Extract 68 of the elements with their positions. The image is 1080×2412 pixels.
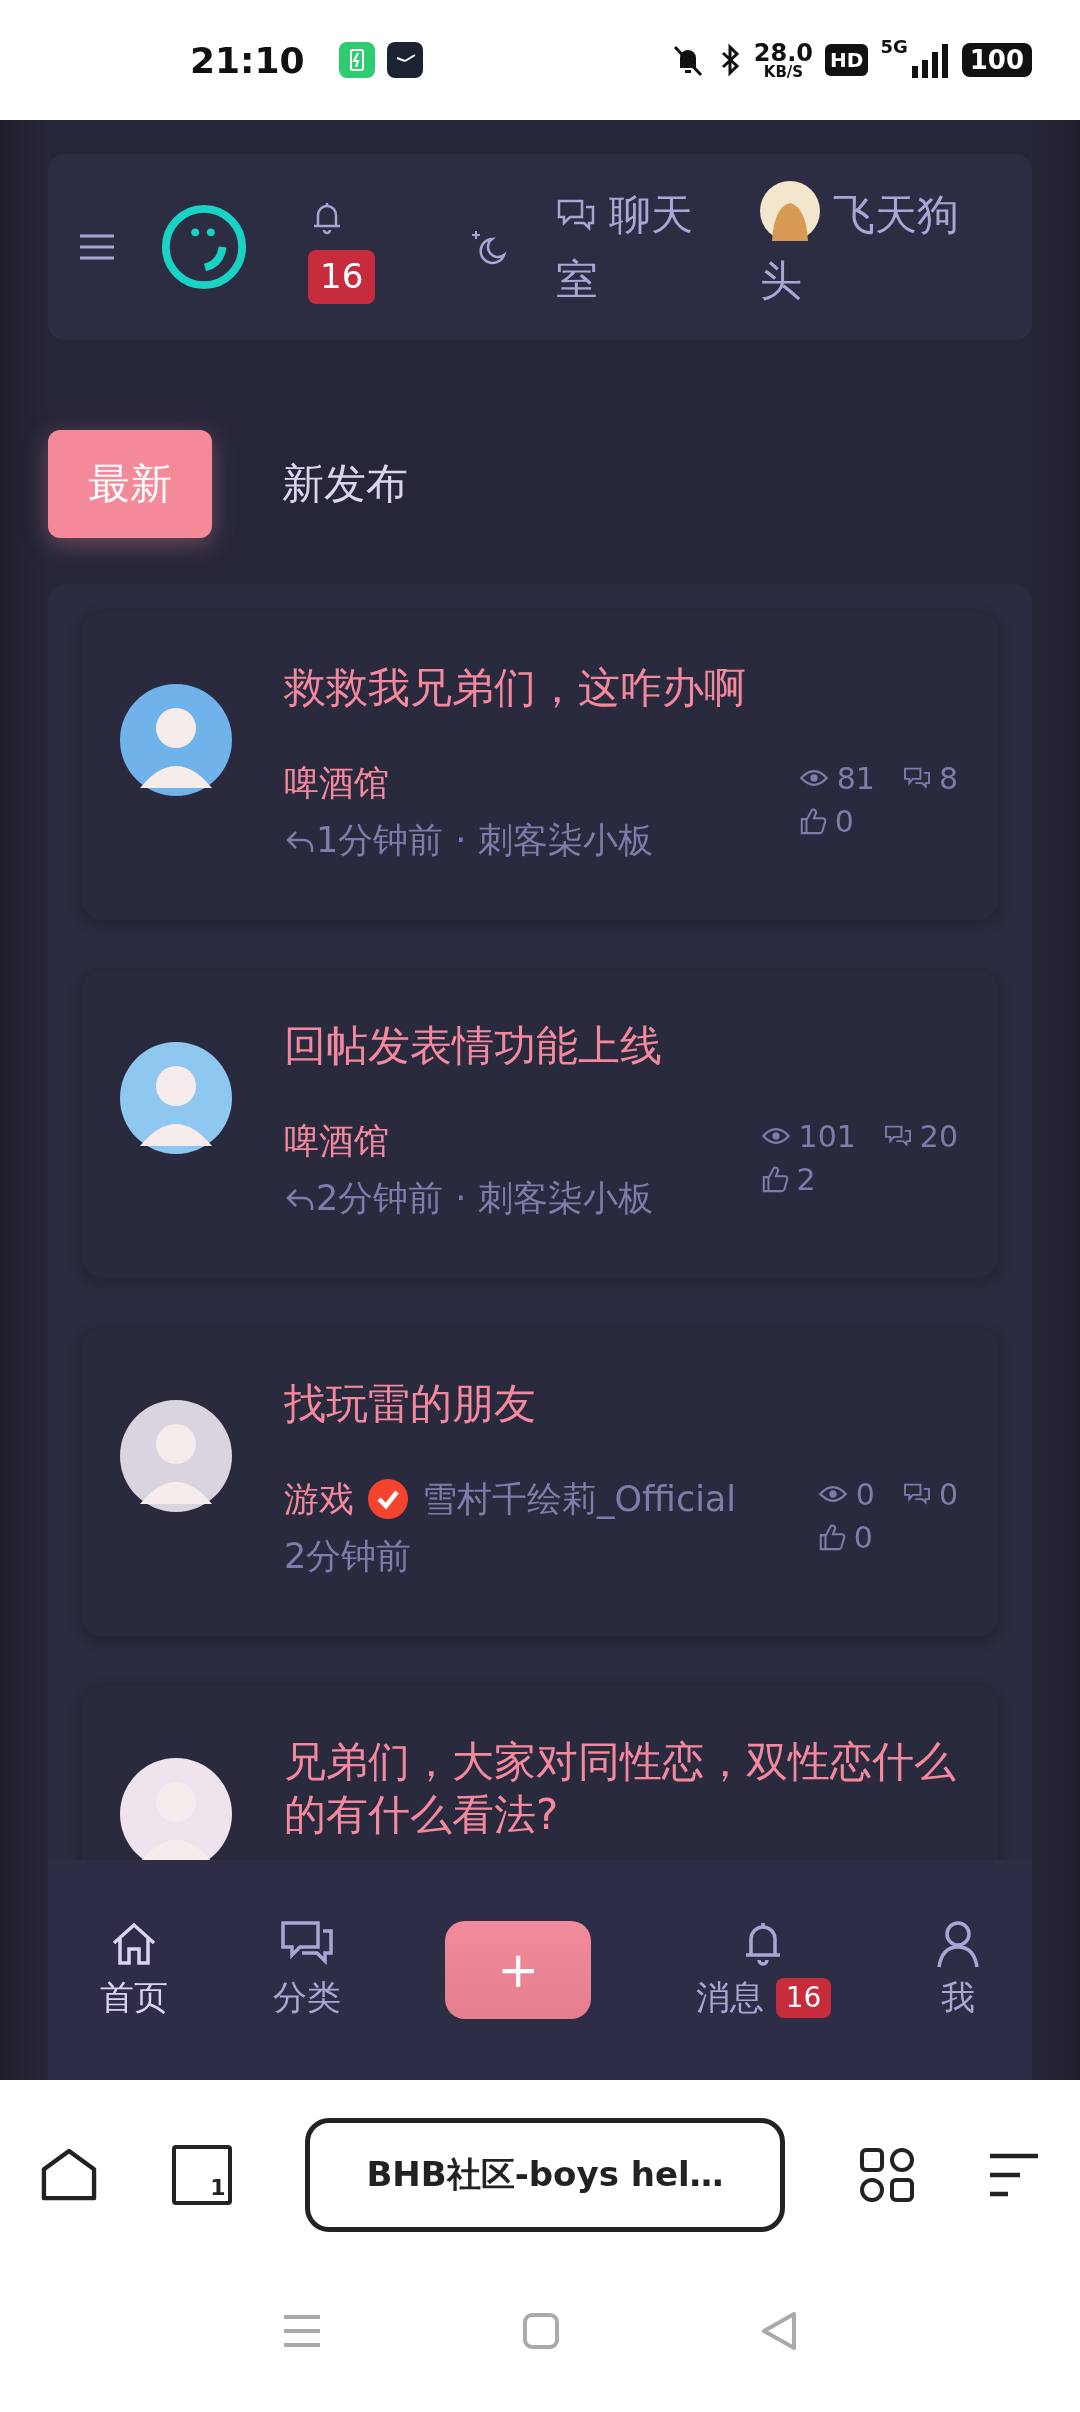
nav-label[interactable]: 分类: [272, 1975, 341, 2021]
battery-saver-icon: [338, 42, 375, 78]
chat-icon: [883, 1124, 912, 1148]
post-title[interactable]: 找玩雷的朋友: [284, 1378, 958, 1431]
post-title[interactable]: 救救我兄弟们，这咋办啊: [284, 662, 958, 715]
comment-count: 20: [883, 1118, 958, 1154]
user-name[interactable]: 刺客柒小板: [478, 1178, 654, 1219]
menu-icon[interactable]: [80, 234, 114, 260]
post-time: 2分钟前: [316, 1178, 444, 1219]
like-count: 2: [760, 1161, 856, 1197]
thumbs-up-icon: [760, 1165, 789, 1193]
network-type: 5G: [880, 36, 908, 57]
avatar-icon: [120, 684, 232, 796]
address-bar[interactable]: BHB社区-boys hel…: [305, 2118, 785, 2232]
tab[interactable]: 新发布: [242, 430, 448, 538]
category-link[interactable]: 啤酒馆: [284, 1120, 389, 1161]
avatar-icon: [120, 1400, 232, 1512]
chat-icon: [902, 1482, 931, 1506]
separator-dot: ·: [455, 820, 467, 861]
bell-icon[interactable]: [312, 200, 342, 237]
tab-switcher-button[interactable]: 1: [171, 2145, 232, 2205]
speed-unit: KB/S: [763, 64, 804, 80]
post-card[interactable]: 找玩雷的朋友 游戏 雪村千绘莉_Official 2分钟前 0 0 0: [82, 1328, 998, 1636]
category-link[interactable]: 啤酒馆: [284, 762, 389, 803]
nav-label[interactable]: 消息: [695, 1975, 764, 2021]
notification-badge: 16: [308, 250, 376, 304]
clock-app-icon: [386, 42, 423, 78]
clock-time: 21:10: [190, 39, 305, 81]
eye-icon: [817, 1484, 848, 1504]
avatar-icon: [120, 1042, 232, 1154]
post-card[interactable]: 回帖发表情功能上线 啤酒馆 2分钟前 · 刺客柒小板 101 20 2: [82, 970, 998, 1278]
user-name[interactable]: 雪村千绘莉_Official: [422, 1470, 737, 1529]
post-title[interactable]: 兄弟们，大家对同性恋，双性恋什么的有什么看法?: [284, 1736, 958, 1841]
battery-level: 100: [961, 43, 1032, 77]
post-card[interactable]: 兄弟们，大家对同性恋，双性恋什么的有什么看法?: [82, 1686, 998, 1860]
view-count: 101: [760, 1118, 856, 1154]
post-card[interactable]: 救救我兄弟们，这咋办啊 啤酒馆 1分钟前 · 刺客柒小板 81 8 0: [82, 612, 998, 920]
like-count: 0: [798, 803, 875, 839]
nav-label[interactable]: 首页: [100, 1975, 169, 2021]
thumbs-up-icon: [798, 807, 827, 835]
chat-icon: [902, 766, 931, 790]
signal-icon: [909, 42, 950, 78]
post-time: 2分钟前: [284, 1536, 412, 1577]
menu-icon[interactable]: [988, 2153, 1040, 2197]
user-icon[interactable]: [935, 1919, 980, 1969]
comment-count: 0: [902, 1476, 958, 1512]
nav-label[interactable]: 我: [940, 1975, 975, 2021]
avatar-icon: [760, 181, 820, 242]
user-profile-link[interactable]: 飞天狗头: [760, 181, 980, 313]
network-speed: 28.0: [753, 40, 814, 65]
grid-icon[interactable]: [858, 2147, 915, 2203]
smiley-logo-icon[interactable]: [160, 203, 248, 291]
message-badge: 16: [775, 1977, 832, 2019]
eye-icon: [760, 1126, 791, 1146]
chat-room-link[interactable]: 聊天室: [556, 181, 716, 313]
category-link[interactable]: 游戏: [284, 1470, 354, 1529]
view-count: 81: [798, 760, 875, 796]
eye-icon: [798, 768, 829, 788]
hd-badge: HD: [825, 44, 869, 76]
post-time: 1分钟前: [316, 820, 444, 861]
user-name[interactable]: 刺客柒小板: [478, 820, 654, 861]
separator-dot: ·: [455, 1178, 467, 1219]
home-icon[interactable]: [40, 2148, 98, 2202]
post-title[interactable]: 回帖发表情功能上线: [284, 1020, 958, 1073]
like-count: 0: [817, 1519, 875, 1555]
thumbs-up-icon: [817, 1523, 846, 1551]
comment-count: 8: [902, 760, 958, 796]
view-count: 0: [817, 1476, 875, 1512]
